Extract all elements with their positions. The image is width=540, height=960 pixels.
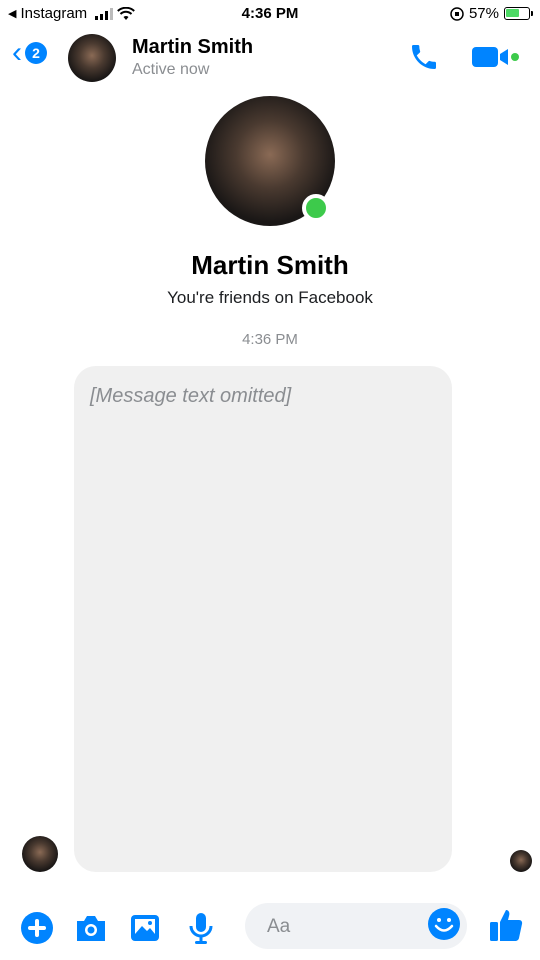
plus-button[interactable] [20, 911, 54, 945]
sender-avatar[interactable] [22, 836, 58, 872]
back-button[interactable]: ‹ 2 [12, 36, 47, 69]
profile-name: Martin Smith [191, 250, 349, 280]
plus-icon [21, 912, 53, 944]
thumbs-up-icon[interactable] [488, 907, 524, 943]
video-camera-icon[interactable] [470, 43, 520, 71]
back-chevron-icon: ‹ [12, 36, 22, 69]
gallery-button[interactable] [128, 911, 162, 945]
contact-avatar[interactable] [68, 34, 116, 82]
message-timestamp: 4:36 PM [242, 331, 298, 348]
voice-button[interactable] [184, 911, 218, 945]
status-bar: ◀ Instagram 4:36 PM 57% [0, 0, 540, 28]
phone-icon[interactable] [408, 41, 440, 73]
orientation-lock-icon [450, 6, 464, 21]
contact-name[interactable]: Martin Smith [132, 36, 253, 59]
online-indicator [302, 194, 330, 222]
microphone-icon [189, 913, 213, 944]
read-receipt-avatar [510, 850, 532, 872]
unread-badge: 2 [25, 42, 47, 64]
battery-percent: 57% [468, 5, 499, 22]
emoji-icon[interactable] [427, 907, 461, 941]
chat-header: ‹ 2 Martin Smith Active now [0, 28, 540, 90]
composer-bar: Aa [0, 895, 540, 960]
image-icon [131, 915, 159, 941]
status-right: 57% [450, 5, 533, 22]
camera-button[interactable] [74, 911, 108, 945]
message-input-placeholder: Aa [267, 916, 291, 937]
message-text: [Message text omitted] [90, 385, 292, 407]
battery-icon [504, 7, 533, 20]
camera-icon [77, 916, 105, 941]
presence-status: Active now [132, 61, 210, 78]
friendship-status: You're friends on Facebook [167, 288, 373, 307]
incoming-message-bubble[interactable]: [Message text omitted] [74, 366, 452, 872]
